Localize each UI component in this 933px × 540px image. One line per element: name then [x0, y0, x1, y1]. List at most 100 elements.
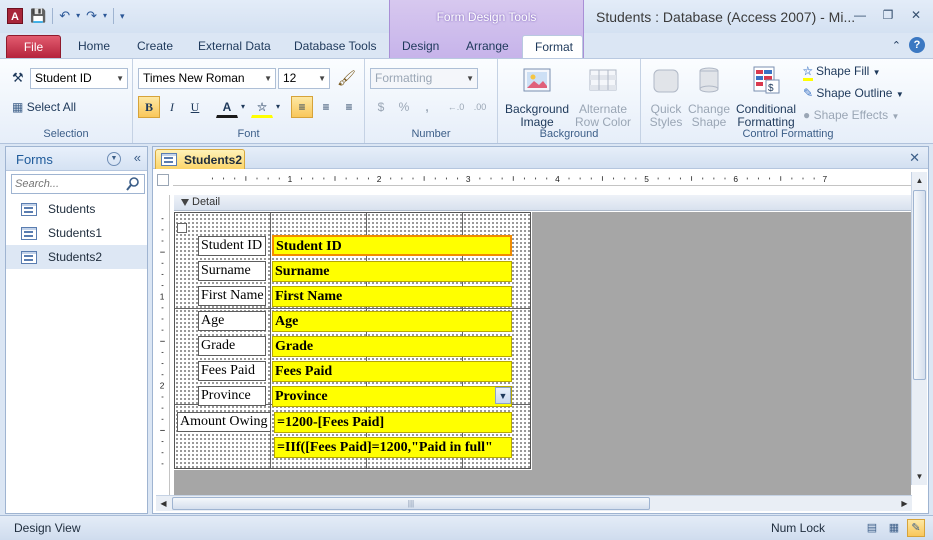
align-center-button[interactable]: ≡: [315, 96, 337, 118]
horizontal-scrollbar[interactable]: ◀ ||| ▶: [156, 495, 912, 511]
label-fees-paid[interactable]: Fees Paid: [198, 361, 266, 381]
tab-home[interactable]: Home: [66, 35, 122, 60]
font-group: Times New Roman ▼ 12 ▼ 🖌 B I U A ▾ ⛦ ▾ ≡…: [133, 59, 365, 143]
textbox-student-id[interactable]: Student ID: [272, 235, 512, 256]
conditional-formatting-button[interactable]: $ Conditional Formatting: [733, 64, 799, 129]
redo-icon[interactable]: ↷: [86, 7, 97, 25]
tab-create[interactable]: Create: [125, 35, 185, 60]
tab-file[interactable]: File: [6, 35, 61, 60]
nav-search-box: [11, 174, 145, 194]
change-shape-button[interactable]: Change Shape: [687, 64, 731, 129]
align-right-button[interactable]: ≡: [338, 96, 360, 118]
nav-menu-dropdown-icon[interactable]: ▼: [107, 152, 121, 166]
nav-item-students1[interactable]: Students1: [6, 221, 147, 245]
label-student-id[interactable]: Student ID: [198, 236, 266, 256]
tab-arrange[interactable]: Arrange: [454, 35, 521, 60]
combobox-province[interactable]: Province ▼: [272, 386, 512, 407]
scroll-left-icon[interactable]: ◀: [156, 496, 171, 511]
background-image-button[interactable]: Background Image: [502, 64, 572, 129]
percent-button[interactable]: %: [393, 96, 415, 118]
undo-dropdown-icon[interactable]: ▾: [76, 7, 80, 25]
chevron-down-icon[interactable]: ▼: [495, 387, 511, 404]
label-age[interactable]: Age: [198, 311, 266, 331]
textbox-surname[interactable]: Surname: [272, 261, 512, 282]
currency-button[interactable]: $: [370, 96, 392, 118]
label-province[interactable]: Province: [198, 386, 266, 406]
tab-format[interactable]: Format: [522, 35, 583, 60]
minimize-ribbon-icon[interactable]: ⌃: [892, 39, 901, 52]
bold-button[interactable]: B: [138, 96, 160, 118]
fill-color-dropdown-icon[interactable]: ▾: [273, 96, 283, 118]
font-size-combo[interactable]: 12 ▼: [278, 68, 330, 89]
underline-button[interactable]: U: [184, 96, 206, 118]
label-amount-owing[interactable]: Amount Owing: [177, 412, 271, 432]
collapse-pane-icon[interactable]: «: [134, 150, 141, 165]
align-left-button[interactable]: ≡: [291, 96, 313, 118]
nav-title[interactable]: Forms: [16, 152, 53, 167]
font-color-dropdown-icon[interactable]: ▾: [238, 96, 248, 118]
textbox-paid-status[interactable]: =IIf([Fees Paid]=1200,"Paid in full": [274, 437, 512, 458]
fill-color-button[interactable]: ⛦: [251, 96, 273, 118]
textbox-first-name[interactable]: First Name: [272, 286, 512, 307]
layout-selector-icon[interactable]: [177, 223, 187, 233]
italic-button[interactable]: I: [161, 96, 183, 118]
number-format-combo[interactable]: Formatting ▼: [370, 68, 478, 89]
shape-outline-button[interactable]: ✎ Shape Outline ▼: [803, 86, 904, 100]
vertical-ruler: 12: [160, 195, 170, 495]
shape-effects-button[interactable]: ● Shape Effects ▼: [803, 108, 899, 122]
nav-search-input[interactable]: [12, 175, 122, 193]
font-name-combo[interactable]: Times New Roman ▼: [138, 68, 276, 89]
form-view-icon[interactable]: ▤: [863, 519, 881, 537]
tab-external-data[interactable]: External Data: [186, 35, 283, 60]
undo-icon[interactable]: ↶: [59, 7, 70, 25]
redo-dropdown-icon[interactable]: ▾: [103, 7, 107, 25]
horizontal-scroll-thumb[interactable]: |||: [172, 497, 650, 510]
nav-item-students2[interactable]: Students2: [6, 245, 147, 269]
vertical-scroll-thumb[interactable]: [913, 190, 926, 380]
search-icon[interactable]: [125, 176, 142, 192]
decrease-decimals-button[interactable]: .00: [469, 96, 491, 118]
quick-styles-button[interactable]: Quick Styles: [645, 64, 687, 129]
tab-design[interactable]: Design: [390, 35, 451, 60]
alternate-row-color-button[interactable]: Alternate Row Color: [570, 64, 636, 129]
scroll-right-icon[interactable]: ▶: [897, 496, 912, 511]
format-painter-icon[interactable]: 🖌: [337, 69, 356, 87]
object-selector-combo[interactable]: Student ID ▼: [30, 68, 128, 89]
close-icon[interactable]: ✕: [907, 8, 925, 22]
scroll-up-icon[interactable]: ▲: [912, 173, 927, 188]
group-label-background: Background: [539, 128, 599, 140]
save-icon[interactable]: 💾: [30, 7, 46, 25]
scroll-down-icon[interactable]: ▼: [912, 469, 927, 484]
textbox-age[interactable]: Age: [272, 311, 512, 332]
increase-decimals-button[interactable]: ←.0: [445, 96, 467, 118]
customize-qat-icon[interactable]: ▾: [120, 7, 125, 25]
restore-icon[interactable]: ❐: [879, 8, 897, 22]
shape-fill-button[interactable]: ⛦ Shape Fill ▼: [803, 64, 881, 81]
detail-section-bar[interactable]: Detail: [174, 195, 911, 211]
form-background-area: [174, 470, 911, 495]
access-app-icon[interactable]: A: [7, 8, 23, 24]
tab-database-tools[interactable]: Database Tools: [282, 35, 389, 60]
qat-separator: [113, 8, 115, 24]
textbox-fees-paid[interactable]: Fees Paid: [272, 361, 512, 382]
label-grade[interactable]: Grade: [198, 336, 266, 356]
view-switcher: ▤ ▦ ✎: [863, 519, 925, 537]
textbox-grade[interactable]: Grade: [272, 336, 512, 357]
layout-view-icon[interactable]: ▦: [885, 519, 903, 537]
select-all-button[interactable]: ▦ Select All: [12, 100, 76, 114]
textbox-amount-owing[interactable]: =1200-[Fees Paid]: [274, 412, 512, 433]
design-view-icon[interactable]: ✎: [907, 519, 925, 537]
nav-item-label: Students2: [48, 250, 103, 264]
close-document-icon[interactable]: ✕: [909, 150, 920, 166]
label-surname[interactable]: Surname: [198, 261, 266, 281]
comma-button[interactable]: ,: [416, 96, 438, 118]
conditional-formatting-icon: $: [753, 66, 780, 94]
help-icon[interactable]: ?: [909, 37, 925, 53]
minimize-icon[interactable]: —: [851, 8, 869, 22]
document-tab-students2[interactable]: Students2: [155, 149, 245, 169]
label-first-name[interactable]: First Name: [198, 286, 266, 306]
nav-item-students[interactable]: Students: [6, 197, 147, 221]
form-selector-box[interactable]: [157, 174, 169, 186]
font-color-button[interactable]: A: [216, 96, 238, 118]
vertical-scrollbar[interactable]: ▲ ▼: [911, 172, 927, 485]
